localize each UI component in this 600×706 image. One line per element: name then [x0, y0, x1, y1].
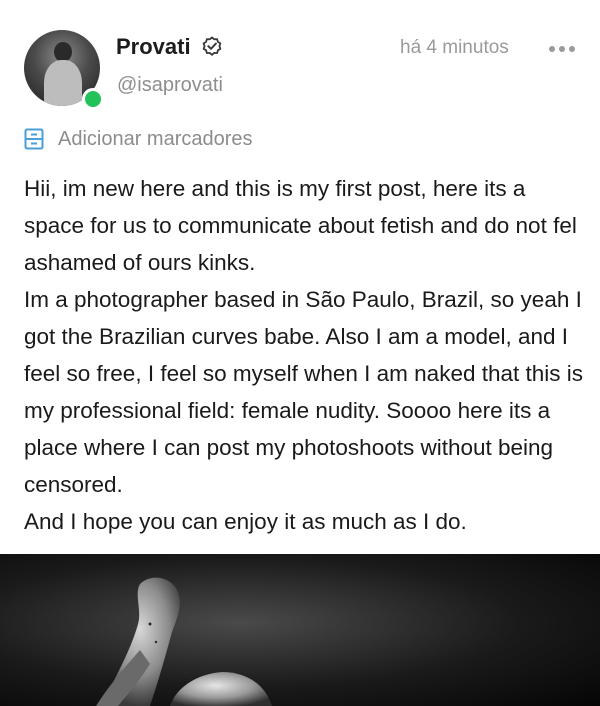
avatar-figure-body	[44, 60, 82, 106]
more-dot-icon	[569, 46, 575, 52]
avatar-container[interactable]	[24, 30, 104, 110]
post-body: Hii, im new here and this is my first po…	[24, 170, 584, 540]
post-timestamp: há 4 minutos	[400, 37, 509, 58]
author-name[interactable]: Provati	[116, 34, 191, 60]
post-paragraph: Hii, im new here and this is my first po…	[24, 176, 577, 275]
post-paragraph: Im a photographer based in São Paulo, Br…	[24, 287, 584, 497]
more-dot-icon	[549, 46, 555, 52]
add-bookmarks-label: Adicionar marcadores	[58, 127, 253, 150]
badge-check-icon	[202, 36, 222, 56]
post-card: Provati @isaprovati há 4 minutos Adicion…	[0, 0, 600, 706]
post-paragraph: And I hope you can enjoy it as much as I…	[24, 509, 467, 534]
photo-artwork	[96, 577, 272, 706]
more-dot-icon	[559, 46, 565, 52]
author-handle[interactable]: @isaprovati	[117, 74, 223, 97]
post-header: Provati @isaprovati há 4 minutos	[0, 0, 600, 120]
online-status-dot	[82, 88, 104, 110]
post-photo[interactable]	[0, 554, 600, 706]
add-bookmarks-button[interactable]: Adicionar marcadores	[24, 126, 253, 152]
avatar-figure-head	[54, 42, 72, 62]
bookmark-list-icon	[24, 128, 44, 150]
more-options-button[interactable]	[546, 38, 578, 58]
